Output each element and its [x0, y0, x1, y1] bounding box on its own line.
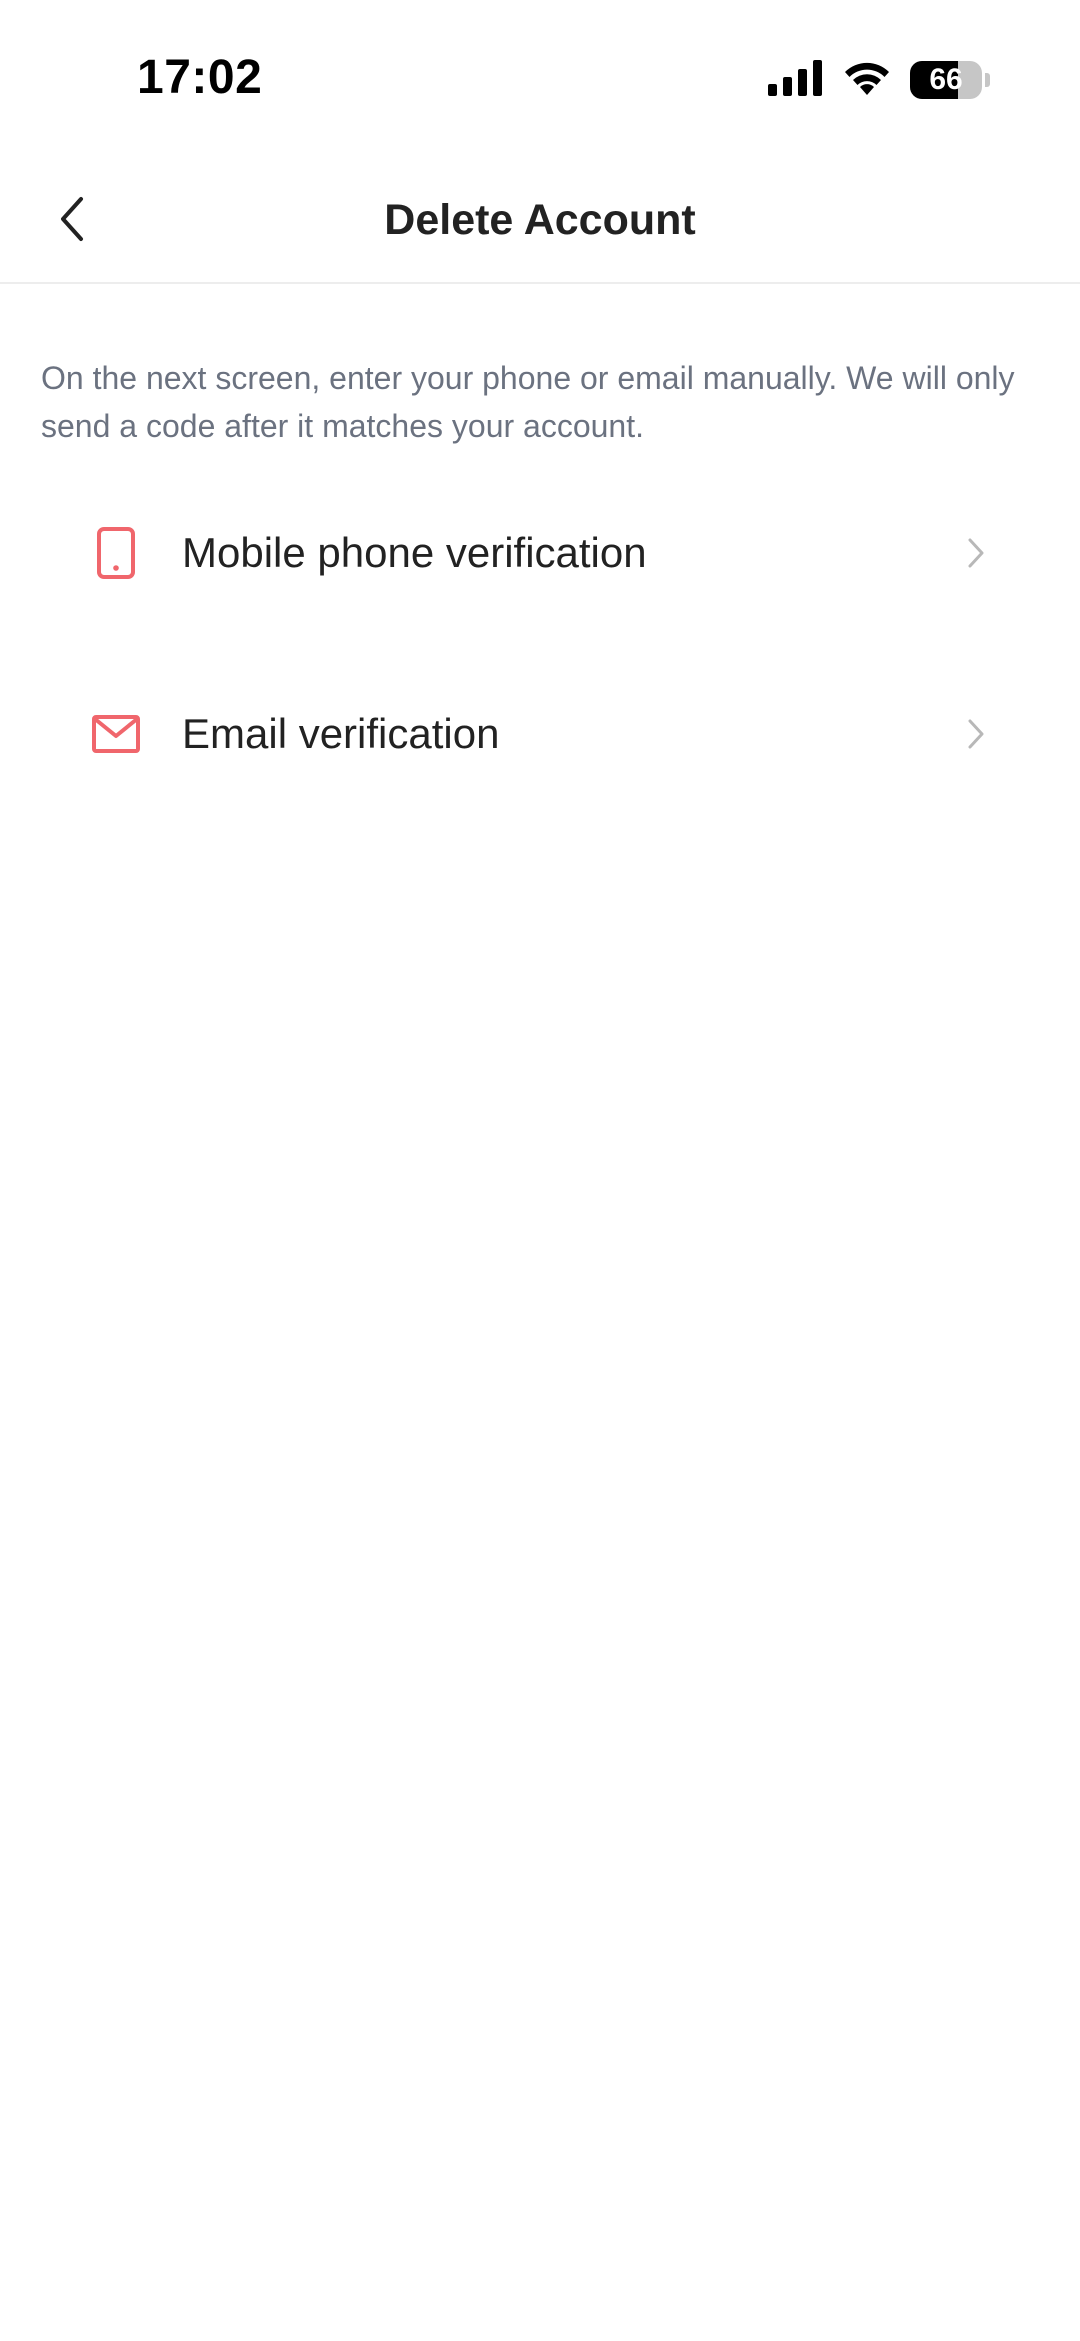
chevron-right-icon — [958, 714, 994, 754]
option-label: Email verification — [182, 710, 500, 757]
envelope-icon — [88, 700, 144, 768]
mobile-phone-verification-option[interactable]: Mobile phone verification — [0, 493, 1080, 613]
status-bar: 17:02 66 — [0, 0, 1080, 160]
nav-header: Delete Account — [0, 160, 1080, 284]
option-label: Mobile phone verification — [182, 529, 647, 576]
mobile-phone-icon — [88, 519, 144, 587]
signal-icon — [768, 59, 824, 101]
status-icons: 66 — [768, 58, 990, 102]
status-time: 17:02 — [137, 51, 263, 104]
battery-cap — [985, 73, 990, 87]
battery-icon: 66 — [910, 61, 982, 99]
chevron-right-icon — [958, 533, 994, 573]
email-verification-option[interactable]: Email verification — [0, 674, 1080, 794]
page-title: Delete Account — [384, 196, 696, 244]
instructions-text: On the next screen, enter your phone or … — [41, 360, 1015, 444]
wifi-icon — [842, 59, 892, 102]
battery-level: 66 — [929, 63, 963, 96]
